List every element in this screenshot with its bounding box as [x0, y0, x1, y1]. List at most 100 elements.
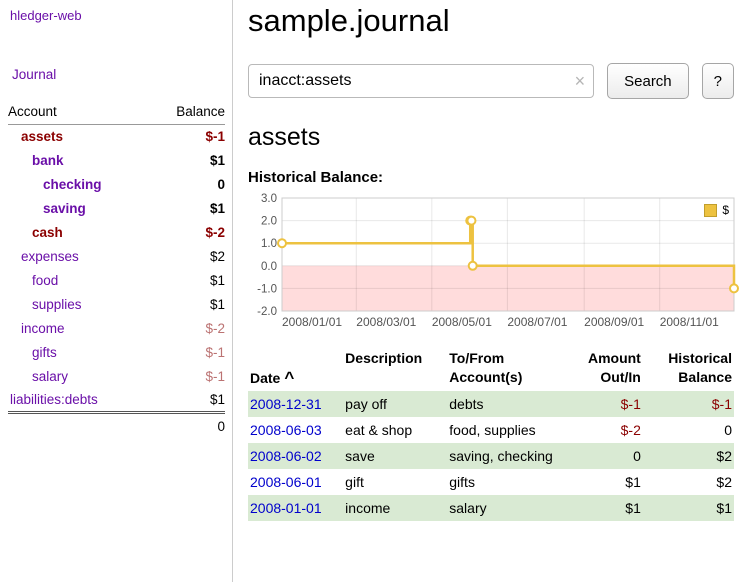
account-balance: $1 — [151, 269, 225, 293]
app-title-link[interactable]: hledger-web — [10, 8, 232, 23]
transaction-date-link[interactable]: 2008-12-31 — [250, 396, 322, 412]
account-balance: 0 — [151, 173, 225, 197]
transaction-description: pay off — [343, 391, 447, 417]
search-bar: × Search ? — [248, 63, 734, 99]
account-link-expenses[interactable]: expenses — [21, 249, 79, 264]
account-balance: $1 — [151, 389, 225, 413]
account-link-salary[interactable]: salary — [32, 369, 68, 384]
transaction-date-link[interactable]: 2008-06-02 — [250, 448, 322, 464]
y-tick-label: 3.0 — [261, 193, 277, 205]
account-link-supplies[interactable]: supplies — [32, 297, 82, 312]
y-tick-label: -1.0 — [257, 283, 277, 295]
transaction-amount: $-2 — [558, 417, 643, 443]
transaction-balance: 0 — [643, 417, 734, 443]
transaction-date-link[interactable]: 2008-06-03 — [250, 422, 322, 438]
account-row: supplies $1 — [8, 293, 225, 317]
y-tick-label: 2.0 — [261, 216, 277, 228]
data-point-marker — [278, 239, 286, 247]
register-row: 2008-06-02 save saving, checking 0 $2 — [248, 443, 734, 469]
transaction-description: eat & shop — [343, 417, 447, 443]
account-link-saving[interactable]: saving — [43, 201, 86, 216]
transaction-description: income — [343, 495, 447, 521]
sidebar: hledger-web Journal Account Balance asse… — [0, 0, 233, 582]
account-balance: $1 — [151, 149, 225, 173]
chart-title: Historical Balance: — [248, 169, 734, 186]
account-row: salary $-1 — [8, 365, 225, 389]
account-row: food $1 — [8, 269, 225, 293]
column-header-accounts: To/From Account(s) — [447, 346, 558, 391]
accounts-total-row: 0 — [8, 413, 225, 439]
account-link-income[interactable]: income — [21, 321, 65, 336]
account-link-assets[interactable]: assets — [21, 129, 63, 144]
chart-legend: $ — [700, 201, 733, 219]
legend-swatch-icon — [704, 204, 717, 217]
account-row: checking 0 — [8, 173, 225, 197]
account-row: assets $-1 — [8, 125, 225, 149]
account-row: expenses $2 — [8, 245, 225, 269]
transaction-accounts: food, supplies — [447, 417, 558, 443]
accounts-total: 0 — [151, 413, 225, 439]
accounts-header-balance: Balance — [151, 102, 225, 125]
account-balance: $-1 — [151, 341, 225, 365]
column-header-balance: Historical Balance — [643, 346, 734, 391]
account-link-food[interactable]: food — [32, 273, 58, 288]
search-input[interactable] — [248, 64, 594, 98]
main-content: sample.journal × Search ? assets Histori… — [234, 0, 742, 582]
transaction-accounts: debts — [447, 391, 558, 417]
search-box: × — [248, 64, 594, 98]
register-row: 2008-12-31 pay off debts $-1 $-1 — [248, 391, 734, 417]
account-balance: $2 — [151, 245, 225, 269]
clear-search-icon[interactable]: × — [575, 70, 586, 92]
search-button[interactable]: Search — [607, 63, 689, 99]
sort-ascending-icon: ^ — [284, 368, 294, 387]
section-heading: assets — [248, 123, 734, 152]
y-tick-label: -2.0 — [257, 306, 277, 318]
historical-balance-chart: 3.0 2.0 1.0 0.0 -1.0 -2.0 2008/01/01 2008/03/01… — [248, 192, 740, 334]
account-row: saving $1 — [8, 197, 225, 221]
register-row: 2008-06-01 gift gifts $1 $2 — [248, 469, 734, 495]
x-tick-label: 2008/09/01 — [584, 315, 644, 329]
account-row: cash $-2 — [8, 221, 225, 245]
y-tick-label: 1.0 — [261, 238, 277, 250]
account-balance: $-1 — [151, 125, 225, 149]
data-point-marker — [730, 284, 738, 292]
transaction-amount: $-1 — [558, 391, 643, 417]
register-header-row: Date^ Description To/From Account(s) Amo… — [248, 346, 734, 391]
transaction-balance: $1 — [643, 495, 734, 521]
account-link-gifts[interactable]: gifts — [32, 345, 57, 360]
transaction-accounts: salary — [447, 495, 558, 521]
x-tick-label: 2008/11/01 — [660, 315, 719, 329]
x-tick-label: 2008/05/01 — [432, 315, 492, 329]
account-balance: $1 — [151, 197, 225, 221]
account-row: income $-2 — [8, 317, 225, 341]
account-link-liabilities-debts[interactable]: liabilities:debts — [10, 392, 98, 407]
legend-label: $ — [722, 203, 729, 217]
account-balance: $-2 — [151, 221, 225, 245]
account-link-checking[interactable]: checking — [43, 177, 102, 192]
column-header-date[interactable]: Date — [250, 370, 280, 386]
help-button[interactable]: ? — [702, 63, 734, 99]
transaction-amount: $1 — [558, 469, 643, 495]
account-row: gifts $-1 — [8, 341, 225, 365]
register-table: Date^ Description To/From Account(s) Amo… — [248, 346, 734, 521]
data-point-marker — [467, 217, 475, 225]
transaction-accounts: saving, checking — [447, 443, 558, 469]
account-link-cash[interactable]: cash — [32, 225, 63, 240]
y-tick-label: 0.0 — [261, 261, 277, 273]
transaction-balance: $2 — [643, 469, 734, 495]
transaction-date-link[interactable]: 2008-01-01 — [250, 500, 322, 516]
transaction-amount: $1 — [558, 495, 643, 521]
transaction-description: save — [343, 443, 447, 469]
account-row: bank $1 — [8, 149, 225, 173]
x-tick-label: 2008/03/01 — [356, 315, 416, 329]
column-header-amount: Amount Out/In — [558, 346, 643, 391]
account-balance: $1 — [151, 293, 225, 317]
sidebar-item-journal[interactable]: Journal — [12, 67, 232, 82]
account-link-bank[interactable]: bank — [32, 153, 64, 168]
transaction-date-link[interactable]: 2008-06-01 — [250, 474, 322, 490]
chart-canvas: 3.0 2.0 1.0 0.0 -1.0 -2.0 2008/01/01 2008/03/01… — [248, 192, 740, 334]
register-row: 2008-01-01 income salary $1 $1 — [248, 495, 734, 521]
page-title: sample.journal — [248, 3, 734, 39]
x-tick-label: 2008/01/01 — [282, 315, 342, 329]
accounts-header-account: Account — [8, 102, 151, 125]
